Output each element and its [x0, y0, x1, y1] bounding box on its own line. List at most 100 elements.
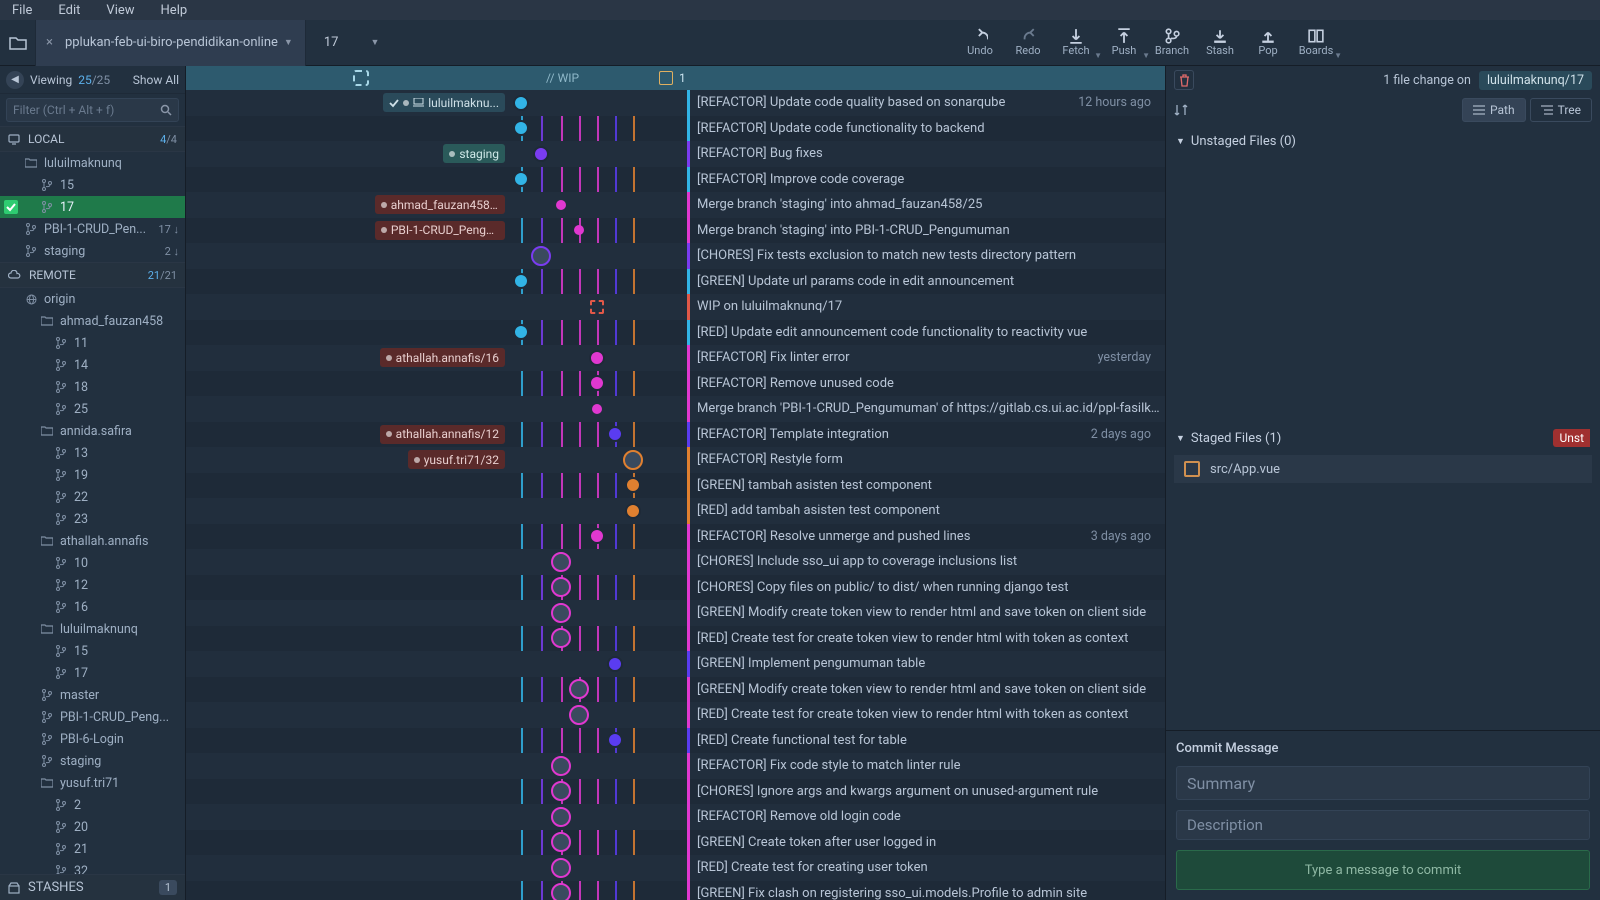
stashes-section-header[interactable]: STASHES 1	[0, 874, 185, 900]
commit-row[interactable]: [GREEN] Modify create token view to rend…	[186, 600, 1165, 626]
local-section-header[interactable]: LOCAL 4/4	[0, 126, 185, 152]
commit-row[interactable]: [GREEN] Modify create token view to rend…	[186, 677, 1165, 703]
tree-item[interactable]: luluilmaknunq	[0, 152, 185, 174]
tree-item[interactable]: 17	[0, 196, 185, 218]
tree-item[interactable]: 18	[0, 376, 185, 398]
commit-row[interactable]: [CHORES] Fix tests exclusion to match ne…	[186, 243, 1165, 269]
commit-row[interactable]: [RED] add tambah asisten test component	[186, 498, 1165, 524]
commit-row[interactable]: luluilmaknu...[REFACTOR] Update code qua…	[186, 90, 1165, 116]
commit-row[interactable]: [CHORES] Include sso_ui app to coverage …	[186, 549, 1165, 575]
commit-row[interactable]: [GREEN] Create token after user logged i…	[186, 830, 1165, 856]
commit-row[interactable]: [REFACTOR] Update code functionality to …	[186, 116, 1165, 142]
commit-row[interactable]: staging[REFACTOR] Bug fixes	[186, 141, 1165, 167]
tree-view-button[interactable]: Tree	[1530, 98, 1592, 122]
show-all-button[interactable]: Show All	[133, 73, 179, 87]
ref-tag[interactable]: athallah.annafis/16	[380, 348, 505, 367]
tree-item[interactable]: 2	[0, 794, 185, 816]
ref-tag[interactable]: ahmad_fauzan458/...	[375, 195, 505, 214]
staged-header[interactable]: ▼ Staged Files (1) Unst	[1166, 425, 1600, 451]
sort-icon[interactable]	[1174, 103, 1188, 117]
ref-tag[interactable]: luluilmaknu...	[383, 93, 505, 112]
tree-item[interactable]: staging2 ↓	[0, 240, 185, 262]
tree-item[interactable]: 20	[0, 816, 185, 838]
commit-row[interactable]: [RED] Create test for creating user toke…	[186, 855, 1165, 881]
filter-input[interactable]: Filter (Ctrl + Alt + f)	[6, 98, 179, 122]
menu-file[interactable]: File	[4, 1, 40, 20]
commit-row[interactable]: yusuf.tri71/32[REFACTOR] Restyle form	[186, 447, 1165, 473]
commit-row[interactable]: [REFACTOR] Fix code style to match linte…	[186, 753, 1165, 779]
commit-row[interactable]: PBI-1-CRUD_Pengu...Merge branch 'staging…	[186, 218, 1165, 244]
commit-row[interactable]: [RED] Create test for create token view …	[186, 702, 1165, 728]
tree-item[interactable]: 10	[0, 552, 185, 574]
fetch-button[interactable]: Fetch▼	[1052, 20, 1100, 66]
ref-tag[interactable]: athallah.annafis/12	[380, 425, 505, 444]
wip-row[interactable]: // WIP 1	[186, 66, 1165, 90]
commit-row[interactable]: athallah.annafis/12[REFACTOR] Template i…	[186, 422, 1165, 448]
commit-row[interactable]: [GREEN] Fix clash on registering sso_ui.…	[186, 881, 1165, 900]
commit-row[interactable]: [GREEN] Implement pengumuman table	[186, 651, 1165, 677]
commit-summary-input[interactable]: Summary	[1176, 766, 1590, 800]
tree-item[interactable]: 21	[0, 838, 185, 860]
tree-item[interactable]: staging	[0, 750, 185, 772]
menu-help[interactable]: Help	[153, 1, 196, 20]
push-button[interactable]: Push▼	[1100, 20, 1148, 66]
tree-item[interactable]: 25	[0, 398, 185, 420]
tree-item[interactable]: 23	[0, 508, 185, 530]
close-tab-icon[interactable]: ×	[40, 35, 59, 50]
remote-section-header[interactable]: REMOTE 21/21	[0, 262, 185, 288]
stash-button[interactable]: Stash	[1196, 20, 1244, 66]
path-view-button[interactable]: Path	[1462, 98, 1526, 122]
repo-tab[interactable]: × pplukan-feb-ui-biro-pendidikan-online …	[36, 20, 306, 66]
commit-row[interactable]: ahmad_fauzan458/...Merge branch 'staging…	[186, 192, 1165, 218]
commit-row[interactable]: [REFACTOR] Resolve unmerge and pushed li…	[186, 524, 1165, 550]
commit-row[interactable]: [RED] Create test for create token view …	[186, 626, 1165, 652]
commit-row[interactable]: [REFACTOR] Remove old login code	[186, 804, 1165, 830]
unstaged-header[interactable]: ▼ Unstaged Files (0)	[1166, 130, 1600, 153]
commit-row[interactable]: [GREEN] tambah asisten test component	[186, 473, 1165, 499]
tree-item[interactable]: luluilmaknunq	[0, 618, 185, 640]
tree-item[interactable]: 13	[0, 442, 185, 464]
tree-item[interactable]: 19	[0, 464, 185, 486]
tree-item[interactable]: 22	[0, 486, 185, 508]
tree-item[interactable]: annida.safira	[0, 420, 185, 442]
tree-item[interactable]: 17	[0, 662, 185, 684]
ref-tag[interactable]: staging	[443, 144, 505, 163]
branch-dropdown[interactable]: 17 ▼	[306, 35, 398, 50]
commit-row[interactable]: [CHORES] Copy files on public/ to dist/ …	[186, 575, 1165, 601]
commit-row[interactable]: [RED] Create functional test for table	[186, 728, 1165, 754]
redo-button[interactable]: Redo	[1004, 20, 1052, 66]
tree-item[interactable]: 32	[0, 860, 185, 874]
ref-tag[interactable]: yusuf.tri71/32	[408, 450, 505, 469]
commit-row[interactable]: [GREEN] Update url params code in edit a…	[186, 269, 1165, 295]
commit-row[interactable]: Merge branch 'PBI-1-CRUD_Pengumuman' of …	[186, 396, 1165, 422]
ref-tag[interactable]: PBI-1-CRUD_Pengu...	[375, 221, 505, 240]
commit-row[interactable]: WIP on luluilmaknunq/17	[186, 294, 1165, 320]
tree-item[interactable]: athallah.annafis	[0, 530, 185, 552]
tree-item[interactable]: ahmad_fauzan458	[0, 310, 185, 332]
commit-row[interactable]: [CHORES] Ignore args and kwargs argument…	[186, 779, 1165, 805]
open-repo-button[interactable]	[0, 20, 36, 66]
undo-button[interactable]: Undo	[956, 20, 1004, 66]
boards-button[interactable]: Boards▼	[1292, 20, 1340, 66]
menu-edit[interactable]: Edit	[50, 1, 88, 20]
tree-item[interactable]: yusuf.tri71	[0, 772, 185, 794]
tree-item[interactable]: master	[0, 684, 185, 706]
back-button[interactable]: ◀	[6, 71, 24, 89]
discard-button[interactable]	[1174, 70, 1194, 90]
pop-button[interactable]: Pop	[1244, 20, 1292, 66]
unstage-all-button[interactable]: Unst	[1553, 429, 1590, 447]
tree-item[interactable]: origin	[0, 288, 185, 310]
commit-row[interactable]: athallah.annafis/16[REFACTOR] Fix linter…	[186, 345, 1165, 371]
tree-item[interactable]: PBI-6-Login	[0, 728, 185, 750]
commit-description-input[interactable]: Description	[1176, 810, 1590, 840]
tree-item[interactable]: 16	[0, 596, 185, 618]
commit-row[interactable]: [REFACTOR] Improve code coverage	[186, 167, 1165, 193]
tree-item[interactable]: 11	[0, 332, 185, 354]
staged-file-item[interactable]: src/App.vue	[1174, 455, 1592, 483]
tree-item[interactable]: 15	[0, 640, 185, 662]
branch-button[interactable]: Branch	[1148, 20, 1196, 66]
menu-view[interactable]: View	[98, 1, 142, 20]
commit-button[interactable]: Type a message to commit	[1176, 850, 1590, 890]
tree-item[interactable]: 15	[0, 174, 185, 196]
tree-item[interactable]: 12	[0, 574, 185, 596]
